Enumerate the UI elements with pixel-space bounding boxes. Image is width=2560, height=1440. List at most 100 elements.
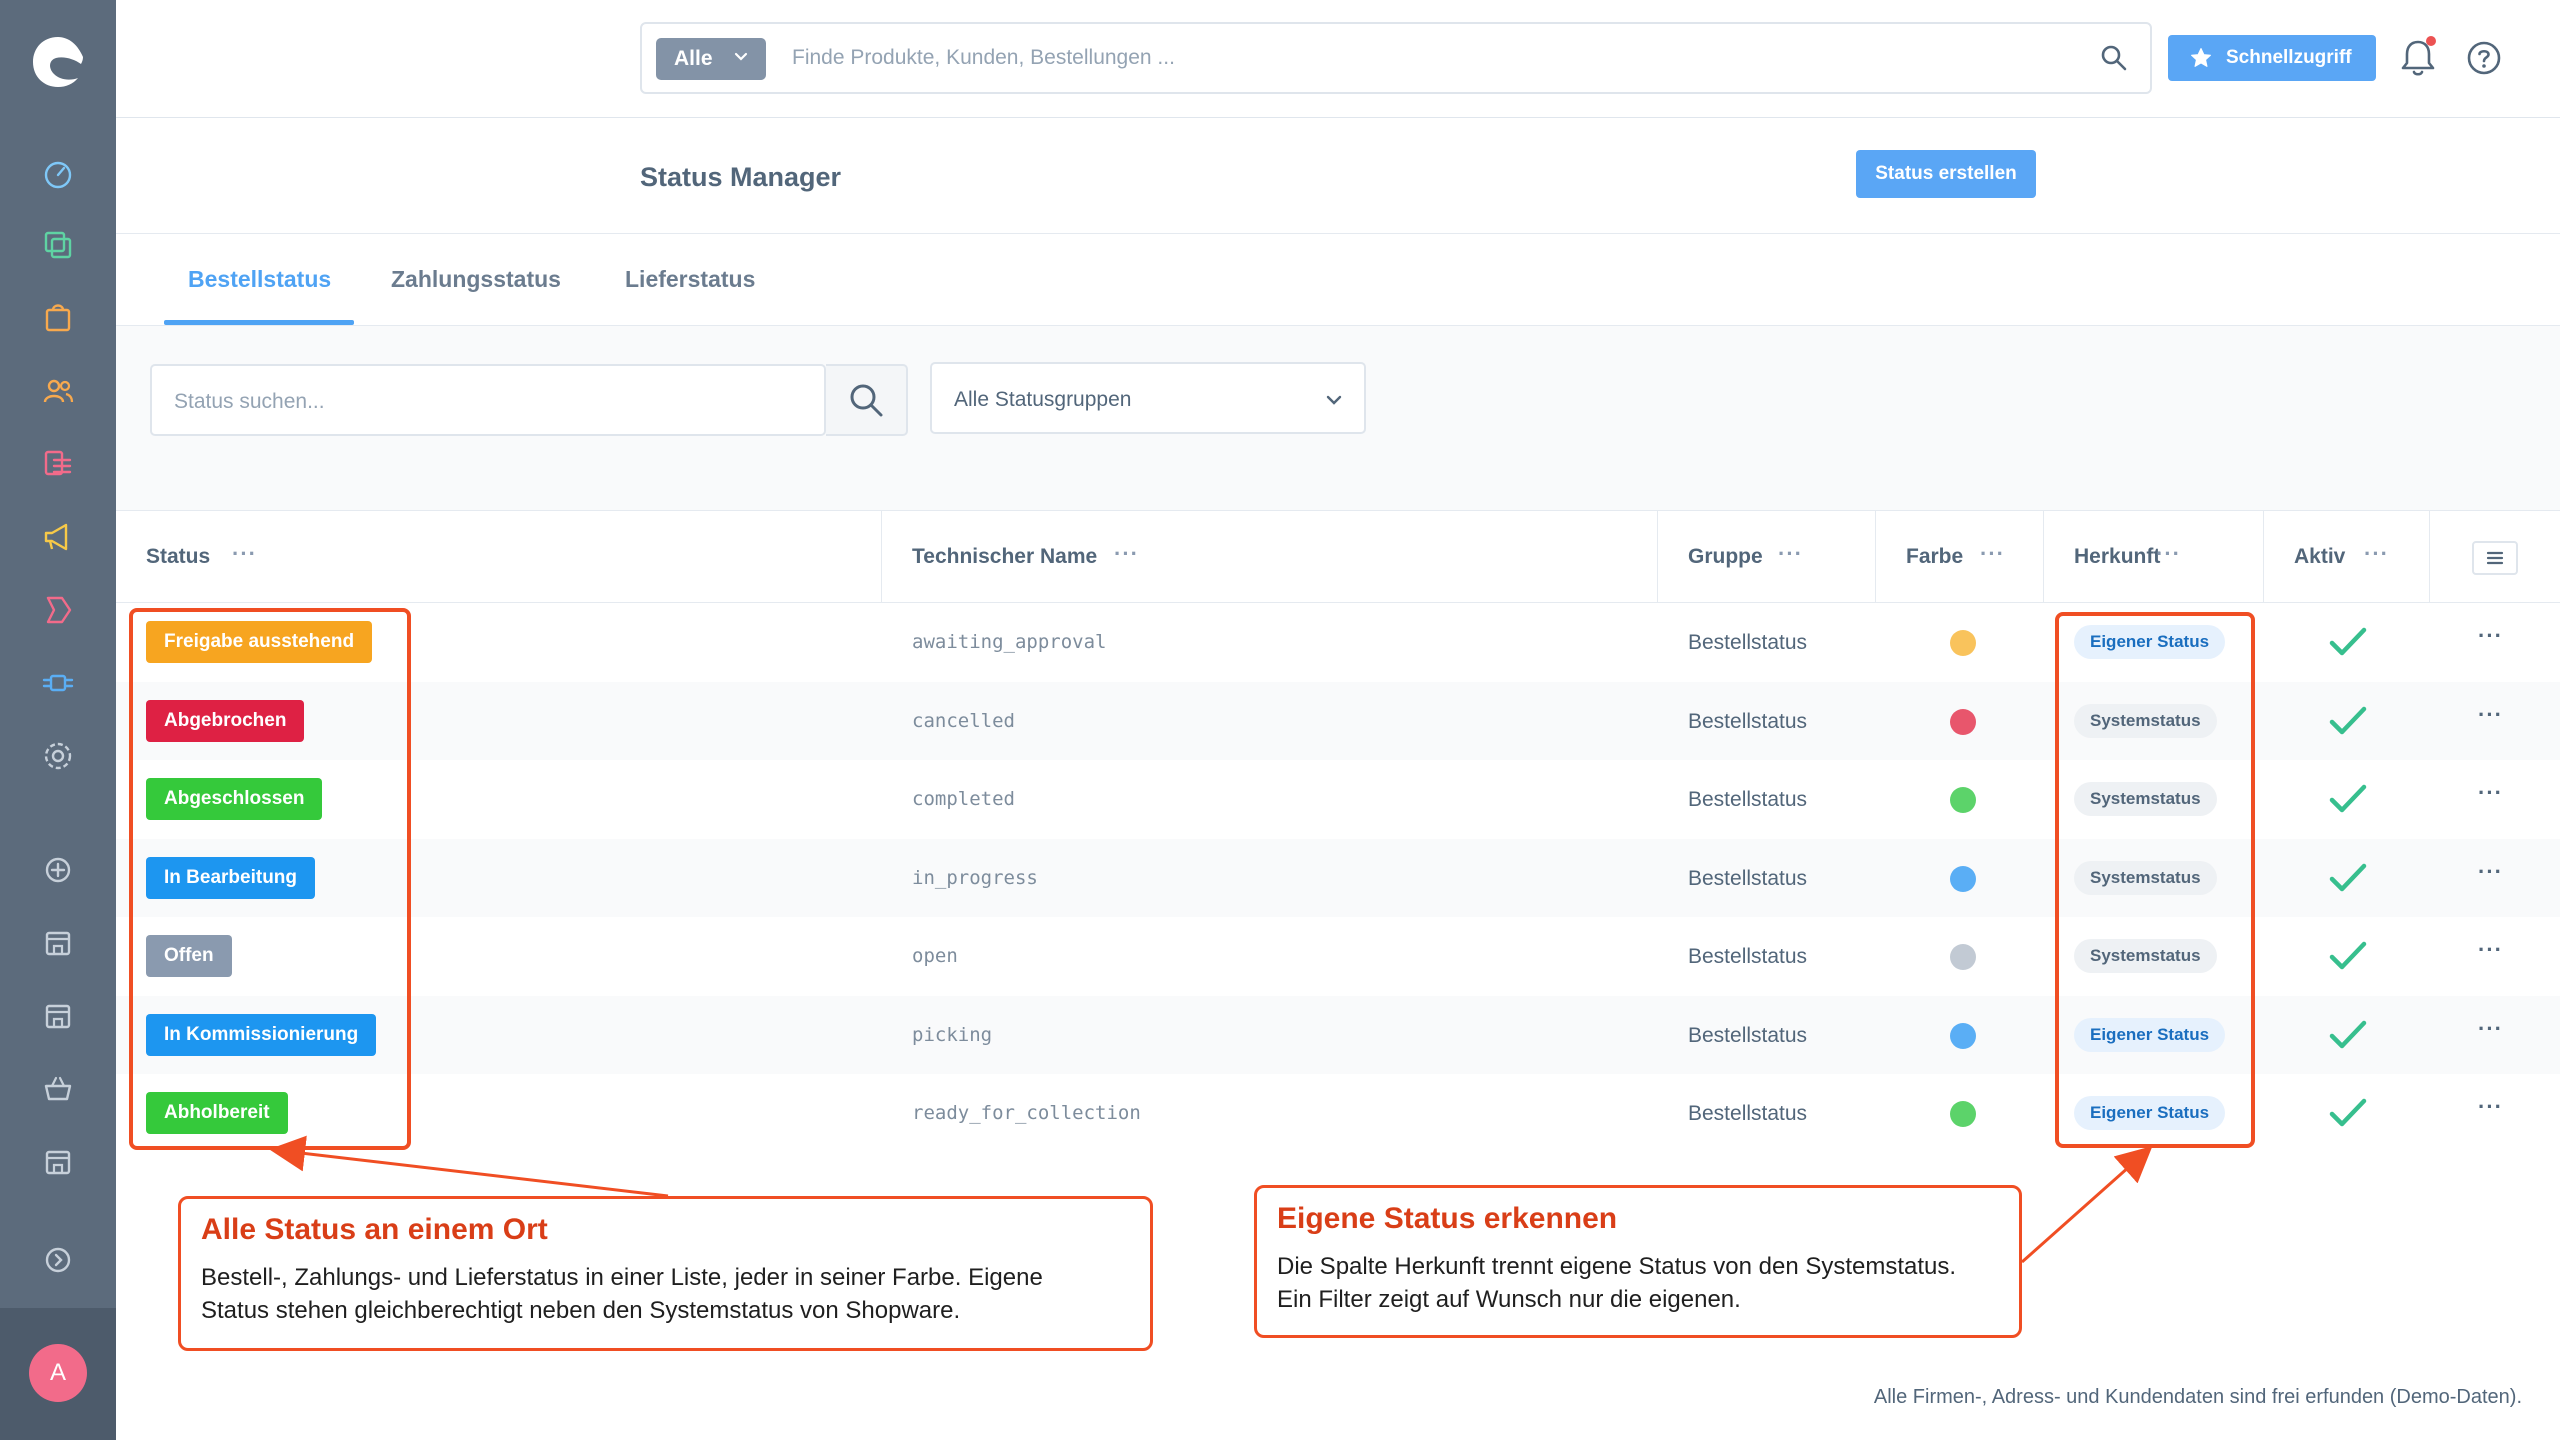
help-icon[interactable] (2464, 38, 2504, 78)
callout-line: Status stehen gleichberechtigt neben den… (201, 1297, 961, 1324)
column-label: Aktiv (2294, 545, 2346, 568)
sidebar-content-icon[interactable] (40, 446, 76, 482)
column-header-origin[interactable]: Herkunft ··· (2044, 511, 2264, 603)
column-settings-button[interactable] (2472, 541, 2518, 575)
column-label: Status (146, 545, 211, 568)
row-actions-icon[interactable]: ··· (2478, 702, 2503, 728)
origin-column-highlight (2055, 612, 2255, 1148)
dashboard-icon (44, 161, 72, 189)
shopware-logo-icon[interactable] (30, 34, 86, 90)
column-menu-icon[interactable]: ··· (1980, 541, 2005, 567)
sidebar-marketing-icon[interactable] (40, 519, 76, 555)
callout-own-status: Eigene Status erkennen Die Spalte Herkun… (1254, 1185, 2022, 1338)
catalog-icon (44, 231, 72, 259)
color-dot (1950, 708, 1976, 735)
check-icon (2329, 1020, 2367, 1048)
status-group: Bestellstatus (1688, 866, 1808, 890)
column-header-color[interactable]: Farbe ··· (1876, 511, 2044, 603)
status-search-placeholder[interactable]: Status suchen... (174, 390, 325, 414)
column-header-status[interactable]: Status ··· (116, 511, 882, 603)
column-header-technical-name[interactable]: Technischer Name ··· (882, 511, 1658, 603)
color-dot (1950, 787, 1976, 813)
chevron-down-icon (1326, 395, 1342, 405)
column-header-group[interactable]: Gruppe ··· (1658, 511, 1876, 603)
callout-title: Eigene Status erkennen (1277, 1202, 1618, 1235)
row-actions-icon[interactable]: ··· (2478, 1016, 2503, 1042)
color-dot (1950, 944, 1976, 970)
quick-access-button[interactable]: Schnellzugriff (2168, 35, 2376, 81)
sidebar-extensions-icon[interactable] (40, 592, 76, 628)
quick-access-label: Schnellzugriff (2226, 47, 2352, 68)
sidebar-storefront-icon[interactable] (40, 998, 76, 1034)
sidebar-storefront-icon[interactable] (40, 925, 76, 961)
sidebar-add-channel-icon[interactable] (40, 852, 76, 888)
column-menu-icon[interactable]: ··· (2156, 541, 2181, 567)
column-menu-icon[interactable]: ··· (1778, 541, 1803, 567)
callout-title: Alle Status an einem Ort (201, 1213, 548, 1246)
sidebar-plugins-icon[interactable] (40, 665, 76, 701)
app-root: A Alle Finde Produkte, Kunden, Bestellun… (0, 0, 2560, 1440)
status-search-input[interactable]: Status suchen... (150, 364, 826, 436)
check-icon (2329, 706, 2367, 734)
tab-zahlungsstatus[interactable]: Zahlungsstatus (391, 266, 561, 293)
row-actions-icon[interactable]: ··· (2478, 937, 2503, 963)
column-menu-icon[interactable]: ··· (1114, 541, 1139, 567)
color-dot (1950, 1101, 1976, 1127)
callout-all-status: Alle Status an einem Ort Bestell-, Zahlu… (178, 1196, 1153, 1351)
status-group: Bestellstatus (1688, 1023, 1808, 1047)
search-icon[interactable] (2100, 44, 2128, 72)
settings-icon (44, 742, 72, 770)
sidebar-orders-icon[interactable] (40, 300, 76, 336)
search-icon (850, 384, 883, 417)
check-icon (2329, 1098, 2367, 1127)
technical-name: open (912, 945, 958, 967)
user-avatar[interactable]: A (29, 1344, 87, 1402)
status-group: Bestellstatus (1688, 788, 1808, 811)
top-bar: Alle Finde Produkte, Kunden, Bestellunge… (116, 0, 2560, 118)
create-status-button[interactable]: Status erstellen (1856, 150, 2036, 198)
technical-name: in_progress (912, 866, 1038, 889)
row-actions-icon[interactable]: ··· (2478, 859, 2503, 885)
column-label: Herkunft (2074, 545, 2161, 568)
column-label: Farbe (1906, 545, 1964, 568)
sidebar-customers-icon[interactable] (40, 373, 76, 409)
search-type-select[interactable]: Alle (656, 38, 766, 80)
customers-icon (43, 379, 74, 403)
callout-body: Bestell-, Zahlungs- und Lieferstatus in … (201, 1261, 1043, 1327)
tab-bestellstatus[interactable]: Bestellstatus (188, 266, 331, 293)
column-menu-icon[interactable]: ··· (2364, 541, 2389, 567)
status-group-select[interactable]: Alle Statusgruppen (930, 362, 1366, 434)
status-search-button[interactable] (826, 364, 908, 436)
basket-icon (44, 1076, 72, 1101)
sidebar-catalog-icon[interactable] (40, 227, 76, 263)
check-icon (2329, 784, 2367, 813)
notification-dot (2426, 36, 2436, 46)
global-search[interactable]: Alle Finde Produkte, Kunden, Bestellunge… (640, 22, 2152, 94)
sidebar-expand-icon[interactable] (40, 1242, 76, 1278)
row-actions-icon[interactable]: ··· (2478, 623, 2503, 649)
row-actions-icon[interactable]: ··· (2478, 1094, 2503, 1120)
column-header-actions (2430, 511, 2560, 603)
status-group: Bestellstatus (1688, 631, 1808, 654)
sidebar-dashboard-icon[interactable] (40, 155, 76, 191)
tab-lieferstatus[interactable]: Lieferstatus (625, 266, 755, 293)
sidebar-settings-icon[interactable] (40, 738, 76, 774)
column-menu-icon[interactable]: ··· (232, 541, 257, 567)
callout-line: Ein Filter zeigt auf Wunsch nur die eige… (1277, 1286, 1741, 1313)
column-label: Gruppe (1688, 545, 1763, 568)
demo-data-disclaimer: Alle Firmen-, Adress- und Kundendaten si… (1873, 1386, 2522, 1408)
check-icon (2329, 627, 2367, 656)
global-search-placeholder[interactable]: Finde Produkte, Kunden, Bestellungen ... (792, 46, 1175, 70)
technical-name: completed (912, 788, 1015, 810)
callout-line: Bestell-, Zahlungs- und Lieferstatus in … (201, 1264, 1043, 1291)
callout-line: Die Spalte Herkunft trennt eigene Status… (1277, 1253, 1957, 1280)
sidebar-basket-icon[interactable] (40, 1071, 76, 1107)
column-header-active[interactable]: Aktiv ··· (2264, 511, 2430, 603)
row-actions-icon[interactable]: ··· (2478, 780, 2503, 806)
sidebar-storefront-icon[interactable] (40, 1144, 76, 1180)
plugins-icon (42, 674, 74, 692)
status-group: Bestellstatus (1688, 945, 1808, 968)
storefront-icon (45, 931, 71, 956)
avatar-initial: A (49, 1359, 66, 1386)
technical-name: awaiting_approval (912, 631, 1107, 653)
